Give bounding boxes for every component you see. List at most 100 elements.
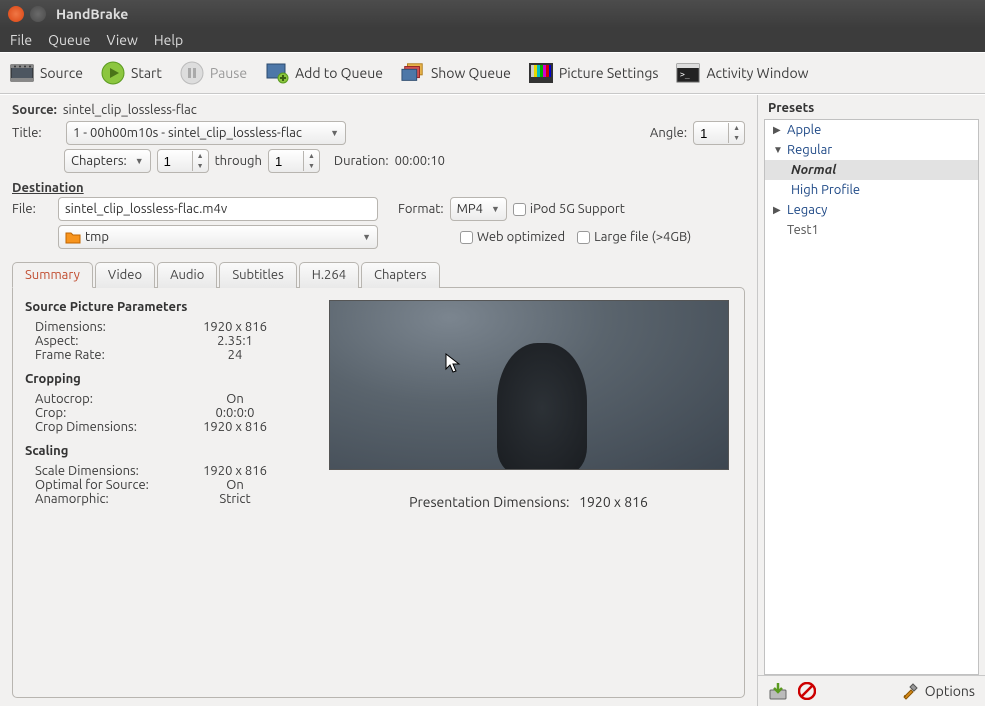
pause-button: Pause <box>180 61 247 85</box>
chapter-to-spinner[interactable]: ▲▼ <box>268 149 320 173</box>
activity-window-label: Activity Window <box>706 65 808 81</box>
menu-file[interactable]: File <box>10 32 32 48</box>
duration-value: 00:00:10 <box>395 154 445 168</box>
add-to-queue-button[interactable]: Add to Queue <box>265 61 383 85</box>
add-queue-icon <box>265 61 289 85</box>
format-label: Format: <box>398 202 444 216</box>
tabs: Summary Video Audio Subtitles H.264 Chap… <box>12 261 745 287</box>
ipod-checkbox[interactable]: iPod 5G Support <box>513 202 625 216</box>
preset-test1[interactable]: Test1 <box>765 220 978 240</box>
expander-icon[interactable]: ▼ <box>773 144 783 156</box>
content-area: Source: sintel_clip_lossless-flac Title:… <box>0 94 985 706</box>
menubar: File Queue View Help <box>0 28 985 52</box>
preset-legacy[interactable]: ▶ Legacy <box>765 200 978 220</box>
preview-image <box>329 300 729 470</box>
tab-summary[interactable]: Summary <box>12 262 93 288</box>
tab-audio[interactable]: Audio <box>157 262 217 288</box>
file-input[interactable]: sintel_clip_lossless-flac.m4v <box>58 197 378 221</box>
expander-icon[interactable]: ▶ <box>773 204 783 216</box>
minimize-icon[interactable] <box>30 6 46 22</box>
source-button-label: Source <box>40 65 83 81</box>
chevron-down-icon: ▼ <box>491 204 500 214</box>
large-file-checkbox[interactable]: Large file (>4GB) <box>577 230 691 244</box>
svg-text:>_: >_ <box>680 70 690 79</box>
presets-panel: Presets ▶ Apple ▼ Regular Normal High Pr… <box>757 95 985 706</box>
tab-video[interactable]: Video <box>95 262 155 288</box>
chapters-row: Chapters: ▼ ▲▼ through ▲▼ Duration: 00:0… <box>64 149 745 173</box>
tab-subtitles[interactable]: Subtitles <box>219 262 296 288</box>
color-bars-icon <box>529 61 553 85</box>
title-combo[interactable]: 1 - 00h00m10s - sintel_clip_lossless-fla… <box>66 121 346 145</box>
duration-label: Duration: <box>334 154 389 168</box>
chevron-down-icon: ▼ <box>135 156 144 166</box>
play-icon <box>101 61 125 85</box>
angle-spinner[interactable]: ▲▼ <box>693 121 745 145</box>
film-icon <box>10 61 34 85</box>
pause-button-label: Pause <box>210 65 247 81</box>
chapter-from-spinner[interactable]: ▲▼ <box>157 149 209 173</box>
preset-apple[interactable]: ▶ Apple <box>765 120 978 140</box>
cursor-icon <box>445 353 461 373</box>
picture-settings-button[interactable]: Picture Settings <box>529 61 659 85</box>
main-panel: Source: sintel_clip_lossless-flac Title:… <box>0 95 757 706</box>
preview-area: Presentation Dimensions: 1920 x 816 <box>325 300 732 685</box>
folder-icon <box>65 230 81 244</box>
cropping-heading: Cropping <box>25 372 305 386</box>
presets-heading: Presets <box>758 101 985 119</box>
title-row: Title: 1 - 00h00m10s - sintel_clip_lossl… <box>12 121 745 145</box>
terminal-icon: >_ <box>676 61 700 85</box>
pause-icon <box>180 61 204 85</box>
scaling-heading: Scaling <box>25 444 305 458</box>
activity-window-button[interactable]: >_ Activity Window <box>676 61 808 85</box>
web-optimized-checkbox[interactable]: Web optimized <box>460 230 565 244</box>
options-button[interactable]: Options <box>901 682 975 700</box>
show-queue-icon <box>401 61 425 85</box>
source-name: sintel_clip_lossless-flac <box>63 103 197 117</box>
through-label: through <box>215 154 262 168</box>
source-label: Source: <box>12 103 57 117</box>
start-button-label: Start <box>131 65 162 81</box>
angle-label: Angle: <box>650 126 687 140</box>
menu-help[interactable]: Help <box>154 32 183 48</box>
add-to-queue-label: Add to Queue <box>295 65 383 81</box>
chevron-down-icon: ▼ <box>362 232 371 242</box>
tab-content-summary: Source Picture Parameters Dimensions:192… <box>12 287 745 698</box>
menu-queue[interactable]: Queue <box>48 32 90 48</box>
angle-value[interactable] <box>694 126 728 141</box>
start-button[interactable]: Start <box>101 61 162 85</box>
spp-heading: Source Picture Parameters <box>25 300 305 314</box>
chevron-down-icon: ▼ <box>330 128 339 138</box>
preset-normal[interactable]: Normal <box>765 160 978 180</box>
close-icon[interactable] <box>8 6 24 22</box>
window-controls <box>8 6 46 22</box>
presets-tree[interactable]: ▶ Apple ▼ Regular Normal High Profile ▶ … <box>764 119 979 675</box>
preset-high-profile[interactable]: High Profile <box>765 180 978 200</box>
app-window: HandBrake File Queue View Help Source St… <box>0 0 985 706</box>
toolbar: Source Start Pause Add to Queue Show Que… <box>0 52 985 94</box>
menu-view[interactable]: View <box>106 32 137 48</box>
presentation-dimensions: Presentation Dimensions: 1920 x 816 <box>409 494 648 510</box>
format-combo[interactable]: MP4 ▼ <box>450 197 507 221</box>
show-queue-label: Show Queue <box>431 65 511 81</box>
title-label: Title: <box>12 126 58 140</box>
source-row: Source: sintel_clip_lossless-flac <box>12 103 745 117</box>
source-button[interactable]: Source <box>10 61 83 85</box>
file-row: File: sintel_clip_lossless-flac.m4v Form… <box>12 197 745 221</box>
presets-footer: Options <box>758 675 985 706</box>
tab-h264[interactable]: H.264 <box>299 262 359 288</box>
tab-chapters[interactable]: Chapters <box>361 262 440 288</box>
show-queue-button[interactable]: Show Queue <box>401 61 511 85</box>
chapters-combo[interactable]: Chapters: ▼ <box>64 149 151 173</box>
destination-heading: Destination <box>12 181 745 195</box>
title-combo-value: 1 - 00h00m10s - sintel_clip_lossless-fla… <box>73 126 322 140</box>
preset-regular[interactable]: ▼ Regular <box>765 140 978 160</box>
folder-row: tmp ▼ Web optimized Large file (>4GB) <box>12 225 745 249</box>
wrench-icon <box>901 682 919 700</box>
titlebar[interactable]: HandBrake <box>0 0 985 28</box>
picture-settings-label: Picture Settings <box>559 65 659 81</box>
folder-combo[interactable]: tmp ▼ <box>58 225 378 249</box>
save-preset-icon[interactable] <box>768 682 788 700</box>
delete-preset-icon[interactable] <box>798 682 816 700</box>
expander-icon[interactable]: ▶ <box>773 124 783 136</box>
params-column: Source Picture Parameters Dimensions:192… <box>25 300 305 685</box>
